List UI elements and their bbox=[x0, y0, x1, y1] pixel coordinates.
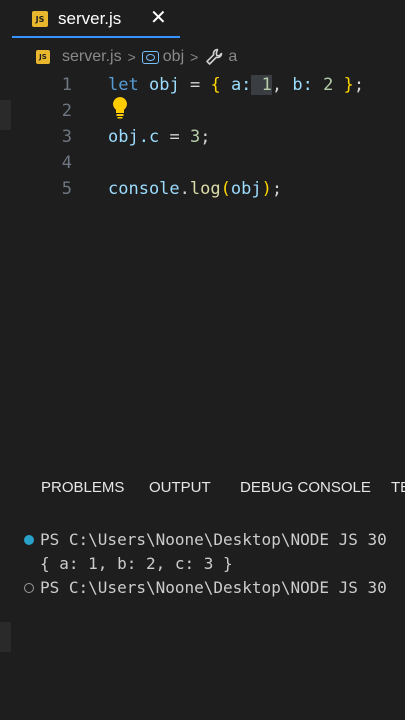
tab-title: server.js bbox=[58, 9, 122, 28]
tab-terminal[interactable]: TE bbox=[391, 479, 405, 496]
terminal-prompt: PS C:\Users\Noone\Desktop\NODE JS 30 bbox=[40, 578, 387, 597]
js-file-icon: JS bbox=[36, 50, 50, 64]
code-line[interactable]: 3 obj.c = 3; bbox=[0, 124, 405, 150]
wrench-icon bbox=[206, 48, 223, 65]
panel-tab-bar: PROBLEMS OUTPUT DEBUG CONSOLE TE bbox=[0, 475, 405, 501]
breadcrumb-symbol-a[interactable]: a bbox=[228, 48, 237, 66]
lightbulb-icon[interactable] bbox=[110, 95, 130, 119]
tab-output[interactable]: OUTPUT bbox=[149, 479, 211, 496]
breadcrumb: JS server.js > obj > a bbox=[36, 45, 237, 69]
chevron-right-icon: > bbox=[190, 49, 199, 65]
code-line[interactable]: 1 let obj = { a: 1, b: 2 }; bbox=[0, 72, 405, 98]
tab-problems[interactable]: PROBLEMS bbox=[41, 479, 124, 496]
line-number: 2 bbox=[61, 101, 72, 121]
editor-tab-bar: JS server.js ✕ bbox=[0, 0, 405, 38]
breadcrumb-symbol-obj[interactable]: obj bbox=[163, 48, 184, 66]
breadcrumb-file[interactable]: server.js bbox=[62, 48, 122, 66]
command-pending-icon bbox=[24, 583, 34, 593]
line-number: 1 bbox=[61, 75, 72, 95]
active-tab-indicator bbox=[12, 36, 180, 38]
line-number: 5 bbox=[61, 179, 72, 199]
tab-debug-console[interactable]: DEBUG CONSOLE bbox=[240, 479, 371, 496]
code-line[interactable]: 4 bbox=[0, 150, 405, 176]
scroll-marker bbox=[0, 622, 11, 652]
object-symbol-icon bbox=[141, 50, 159, 64]
code-line[interactable]: 2 bbox=[0, 98, 405, 124]
code-line[interactable]: 5 console.log(obj); bbox=[0, 176, 405, 202]
code-editor[interactable]: 1 let obj = { a: 1, b: 2 }; 2 3 obj.c = … bbox=[0, 70, 405, 220]
line-number: 4 bbox=[61, 153, 72, 173]
js-file-icon: JS bbox=[32, 11, 48, 27]
terminal-output: { a: 1, b: 2, c: 3 } bbox=[40, 554, 233, 573]
code-text[interactable]: let obj = { a: 1, b: 2 }; bbox=[108, 72, 364, 98]
terminal-line: PS C:\Users\Noone\Desktop\NODE JS 30 bbox=[40, 530, 387, 549]
code-text[interactable]: console.log(obj); bbox=[108, 176, 282, 202]
code-text[interactable]: obj.c = 3; bbox=[108, 124, 210, 150]
close-icon[interactable]: ✕ bbox=[150, 5, 167, 29]
chevron-right-icon: > bbox=[127, 49, 136, 65]
command-success-icon bbox=[24, 535, 34, 545]
line-number: 3 bbox=[61, 127, 72, 147]
